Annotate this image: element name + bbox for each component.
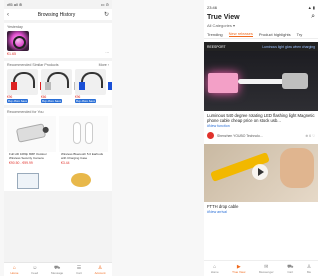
video-caption: FTTH drop cable xyxy=(207,204,239,209)
promo-tag: Buy More Save xyxy=(75,99,97,103)
status-bar: 23:46 ▲ ▮ xyxy=(204,2,318,12)
tab-cart[interactable]: ☰ Cart xyxy=(76,265,82,275)
product-card[interactable]: Wireless Bluetooth 5.0 Earbuds with Char… xyxy=(59,116,108,167)
browsing-history-screen: •fi5 all ⊛ ▭ ⊙ ‹ Browsing History ↻ Yest… xyxy=(4,0,112,276)
bottom-tab-bar: ⌂ Home ▶ True View ✉ Messenger ⛟ Cart ♙ Me xyxy=(204,260,318,276)
post-banner: REESPORT Luminous light glow when chargi… xyxy=(204,42,318,51)
refresh-icon[interactable]: ↻ xyxy=(104,11,109,18)
promo-tag: Buy More Save xyxy=(7,99,29,103)
product-price: €90.50 - €99.99 xyxy=(9,161,33,166)
tab-true-view[interactable]: ▶ True View xyxy=(232,264,245,274)
status-carrier: •fi5 all ⊛ xyxy=(7,2,23,7)
cable-image xyxy=(238,79,286,84)
search-icon[interactable]: ⌕ xyxy=(311,13,315,21)
video-thumbnail[interactable] xyxy=(204,144,318,202)
post-image[interactable] xyxy=(204,51,318,111)
screenshot-stage: •fi5 all ⊛ ▭ ⊙ ‹ Browsing History ↻ Yest… xyxy=(0,0,318,276)
tab-messenger[interactable]: ✉ Messenger xyxy=(259,264,274,274)
product-title: Wireless Bluetooth 5.0 Earbuds with Char… xyxy=(61,152,104,160)
content-tabs: Trending New releases Product highlights… xyxy=(204,30,318,39)
header: ‹ Browsing History ↻ xyxy=(4,9,112,20)
banner-text: Luminous light glow when charging xyxy=(262,44,315,49)
recommended-similar-section: Recommended Similar Products More › €96 … xyxy=(4,61,112,105)
bottom-tab-bar: ⌂ Home ☺ Feed ⛟ Message ☰ Cart ♙ Account xyxy=(4,262,112,276)
earbuds-image xyxy=(73,122,81,144)
more-options-icon[interactable]: ··· xyxy=(105,51,109,56)
product-title: Full HD 1080p 8MP Outdoor Wireless Secur… xyxy=(9,152,47,160)
product-image xyxy=(7,116,56,152)
product-price: €3.44 xyxy=(61,161,70,166)
header: True View ⌕ xyxy=(204,12,318,22)
history-product-thumbnail[interactable] xyxy=(7,31,29,51)
promo-tag: Buy More Save xyxy=(41,99,63,103)
tab-feed[interactable]: ☺ Feed xyxy=(31,265,38,275)
product-card[interactable] xyxy=(59,169,108,190)
tab-more[interactable]: Try xyxy=(297,32,303,37)
page-title: True View xyxy=(207,13,240,21)
hand-image xyxy=(280,148,314,188)
status-bar: •fi5 all ⊛ ▭ ⊙ xyxy=(4,0,112,9)
product-card[interactable]: Full HD 1080p 8MP Outdoor Wireless Secur… xyxy=(7,116,56,167)
brand-label: REESPORT xyxy=(207,44,226,49)
recommended-title: Recommended Similar Products xyxy=(7,63,59,67)
post-description: Luminous 540 degree rotating LED flashin… xyxy=(207,113,315,123)
phone-lamp-image xyxy=(208,73,238,93)
headphone-product-2[interactable] xyxy=(41,69,80,95)
true-view-screen: 23:46 ▲ ▮ True View ⌕ All Categories ▾ T… xyxy=(204,0,318,276)
product-card[interactable] xyxy=(7,169,56,190)
seller-row: Shenzhen YOUBO Technolo... ⊕ 6 ♡ xyxy=(204,129,318,142)
seller-avatar[interactable] xyxy=(207,132,214,139)
back-icon[interactable]: ‹ xyxy=(7,12,9,18)
tab-account[interactable]: ♙ Account xyxy=(95,265,106,275)
hashtag-link[interactable]: #New arrival xyxy=(204,209,318,215)
history-price: €1.65 xyxy=(7,52,16,56)
status-battery: ▭ ⊙ xyxy=(100,2,109,7)
headphone-product-1[interactable] xyxy=(7,69,46,95)
category-dropdown[interactable]: All Categories ▾ xyxy=(204,22,318,30)
history-date: Yesterday xyxy=(7,25,23,29)
security-camera-image xyxy=(15,123,47,143)
tab-trending[interactable]: Trending xyxy=(207,32,223,37)
tab-message[interactable]: ⛟ Message xyxy=(51,265,63,275)
recommended-for-you-title: Recommended for You xyxy=(7,110,44,114)
product-image xyxy=(59,116,108,152)
tab-home[interactable]: ⌂ Home xyxy=(10,265,18,275)
recommended-more-link[interactable]: More › xyxy=(99,63,109,67)
recommended-for-you-section: Recommended for You Full HD 1080p 8MP Ou… xyxy=(4,108,112,192)
headphone-product-3[interactable] xyxy=(75,69,112,95)
history-section: Yesterday €1.65 ··· xyxy=(4,23,112,58)
plug-image xyxy=(282,73,308,89)
tab-me[interactable]: ♙ Me xyxy=(307,264,311,274)
tab-product-highlights[interactable]: Product highlights xyxy=(259,32,291,37)
tab-new-releases[interactable]: New releases xyxy=(228,31,253,37)
play-icon[interactable] xyxy=(252,164,268,180)
status-icons: ▲ ▮ xyxy=(307,4,315,10)
status-time: 23:46 xyxy=(207,4,218,10)
tab-cart[interactable]: ⛟ Cart xyxy=(287,264,293,274)
post-actions[interactable]: ⊕ 6 ♡ xyxy=(305,134,315,138)
tab-home[interactable]: ⌂ Home xyxy=(211,264,219,274)
seller-name[interactable]: Shenzhen YOUBO Technolo... xyxy=(217,134,263,138)
page-title: Browsing History xyxy=(37,11,76,18)
